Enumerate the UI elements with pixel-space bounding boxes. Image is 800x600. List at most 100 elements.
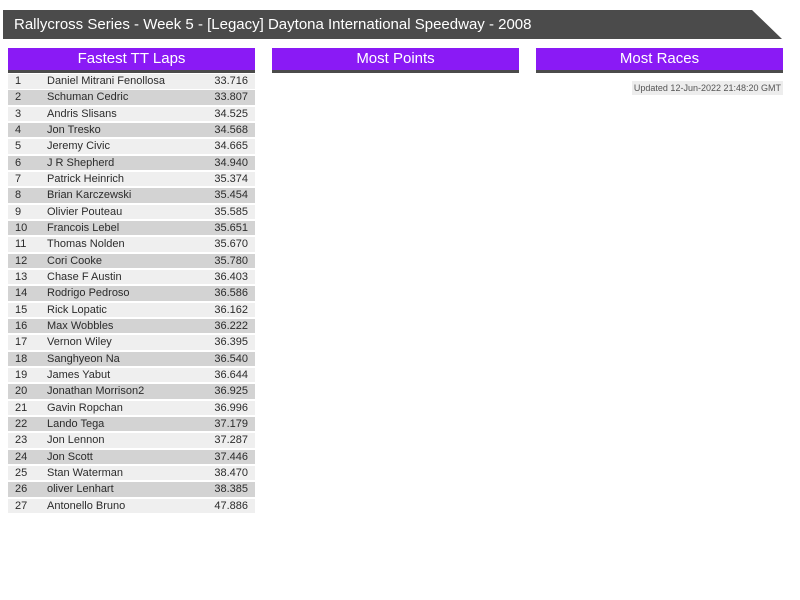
- driver-name-cell: Vernon Wiley: [47, 336, 112, 349]
- rank-cell: 23: [15, 434, 28, 447]
- driver-name-cell: Stan Waterman: [47, 466, 124, 479]
- driver-name-cell: Schuman Cedric: [47, 91, 129, 104]
- most-races-section: Most Races Updated 12-Jun-2022 21:48:20 …: [536, 48, 783, 96]
- driver-name-cell: Max Wobbles: [47, 319, 114, 332]
- table-row: 23 Jon Lennon 37.287: [8, 433, 255, 448]
- rank-cell: 10: [15, 221, 28, 234]
- lap-time-cell: 36.540: [214, 352, 248, 365]
- lap-time-cell: 35.670: [214, 238, 248, 251]
- table-row: 25 Stan Waterman 38.470: [8, 465, 255, 481]
- page-title-bar: Rallycross Series - Week 5 - [Legacy] Da…: [3, 10, 782, 39]
- table-row: 26 oliver Lenhart 38.385: [8, 482, 255, 497]
- rank-cell: 21: [15, 401, 28, 414]
- driver-name-cell: Jeremy Civic: [47, 140, 110, 153]
- driver-name-cell: Rodrigo Pedroso: [47, 287, 130, 300]
- lap-time-cell: 34.568: [214, 123, 248, 136]
- most-points-section: Most Points: [272, 48, 519, 73]
- rank-cell: 4: [15, 123, 22, 136]
- rank-cell: 9: [15, 205, 22, 218]
- updated-timestamp: Updated 12-Jun-2022 21:48:20 GMT: [631, 81, 783, 95]
- driver-name-cell: Thomas Nolden: [47, 238, 125, 251]
- driver-name-cell: oliver Lenhart: [47, 483, 114, 496]
- fastest-tt-laps-section: Fastest TT Laps 1 Daniel Mitrani Fenollos…: [8, 48, 255, 515]
- rank-cell: 15: [15, 303, 28, 316]
- driver-name-cell: Antonello Bruno: [47, 499, 126, 512]
- lap-time-cell: 34.940: [214, 156, 248, 169]
- driver-name-cell: Lando Tega: [47, 417, 105, 430]
- table-row: 14 Rodrigo Pedroso 36.586: [8, 286, 255, 301]
- page: Rallycross Series - Week 5 - [Legacy] Da…: [0, 0, 800, 600]
- rank-cell: 26: [15, 483, 28, 496]
- driver-name-cell: J R Shepherd: [47, 156, 115, 169]
- lap-time-cell: 37.446: [214, 450, 248, 463]
- table-row: 20 Jonathan Morrison2 36.925: [8, 384, 255, 399]
- table-row: 12 Cori Cooke 35.780: [8, 253, 255, 269]
- driver-name-cell: Chase F Austin: [47, 270, 122, 283]
- table-row: 1 Daniel Mitrani Fenollosa 33.716: [8, 74, 255, 89]
- rank-cell: 17: [15, 336, 28, 349]
- driver-name-cell: Olivier Pouteau: [47, 205, 123, 218]
- driver-name-cell: Francois Lebel: [47, 221, 120, 234]
- lap-time-cell: 36.996: [214, 401, 248, 414]
- rank-cell: 19: [15, 368, 28, 381]
- lap-time-cell: 37.287: [214, 434, 248, 447]
- driver-name-cell: James Yabut: [47, 368, 111, 381]
- rank-cell: 1: [15, 75, 22, 87]
- rank-cell: 20: [15, 385, 28, 398]
- section-header-most-points: Most Points: [272, 48, 519, 73]
- driver-name-cell: Jon Scott: [47, 450, 93, 463]
- rank-cell: 18: [15, 352, 28, 365]
- driver-name-cell: Rick Lopatic: [47, 303, 107, 316]
- section-header-most-races: Most Races: [536, 48, 783, 73]
- table-row: 15 Rick Lopatic 36.162: [8, 302, 255, 318]
- lap-time-cell: 34.665: [214, 140, 248, 153]
- table-row: 3 Andris Slisans 34.525: [8, 106, 255, 122]
- table-row: 5 Jeremy Civic 34.665: [8, 139, 255, 154]
- driver-name-cell: Gavin Ropchan: [47, 401, 123, 414]
- table-row: 7 Patrick Heinrich 35.374: [8, 171, 255, 187]
- rank-cell: 5: [15, 140, 22, 153]
- rank-cell: 16: [15, 319, 28, 332]
- fastest-tt-laps-table: 1 Daniel Mitrani Fenollosa 33.716 2 Schuman …: [8, 74, 255, 514]
- updated-line: Updated 12-Jun-2022 21:48:20 GMT: [536, 78, 783, 96]
- lap-time-cell: 35.374: [214, 172, 248, 185]
- table-row: 19 James Yabut 36.644: [8, 367, 255, 383]
- lap-time-cell: 36.586: [214, 287, 248, 300]
- table-row: 27 Antonello Bruno 47.886: [8, 498, 255, 514]
- lap-time-cell: 37.179: [214, 417, 248, 430]
- rank-cell: 8: [15, 189, 22, 202]
- rank-cell: 22: [15, 417, 28, 430]
- table-row: 6 J R Shepherd 34.940: [8, 155, 255, 171]
- lap-time-cell: 36.162: [214, 303, 248, 316]
- rank-cell: 3: [15, 107, 22, 120]
- driver-name-cell: Jon Lennon: [47, 434, 105, 447]
- lap-time-cell: 36.644: [214, 368, 248, 381]
- table-row: 10 Francois Lebel 35.651: [8, 220, 255, 236]
- driver-name-cell: Cori Cooke: [47, 254, 103, 267]
- driver-name-cell: Jonathan Morrison2: [47, 385, 145, 398]
- rank-cell: 24: [15, 450, 28, 463]
- lap-time-cell: 35.585: [214, 205, 248, 218]
- table-row: 8 Brian Karczewski 35.454: [8, 188, 255, 203]
- table-row: 2 Schuman Cedric 33.807: [8, 90, 255, 105]
- lap-time-cell: 35.780: [214, 254, 248, 267]
- lap-time-cell: 38.385: [214, 483, 248, 496]
- table-row: 22 Lando Tega 37.179: [8, 416, 255, 432]
- rank-cell: 12: [15, 254, 28, 267]
- table-row: 24 Jon Scott 37.446: [8, 449, 255, 465]
- driver-name-cell: Daniel Mitrani Fenollosa: [47, 75, 165, 87]
- lap-time-cell: 36.395: [214, 336, 248, 349]
- table-row: 18 Sanghyeon Na 36.540: [8, 351, 255, 367]
- rank-cell: 2: [15, 91, 22, 104]
- rank-cell: 14: [15, 287, 28, 300]
- lap-time-cell: 33.807: [214, 91, 248, 104]
- lap-time-cell: 33.716: [214, 75, 248, 87]
- driver-name-cell: Brian Karczewski: [47, 189, 132, 202]
- lap-time-cell: 36.222: [214, 319, 248, 332]
- lap-time-cell: 34.525: [214, 107, 248, 120]
- lap-time-cell: 36.925: [214, 385, 248, 398]
- table-row: 4 Jon Tresko 34.568: [8, 122, 255, 138]
- rank-cell: 27: [15, 499, 28, 512]
- lap-time-cell: 38.470: [214, 466, 248, 479]
- table-row: 9 Olivier Pouteau 35.585: [8, 204, 255, 220]
